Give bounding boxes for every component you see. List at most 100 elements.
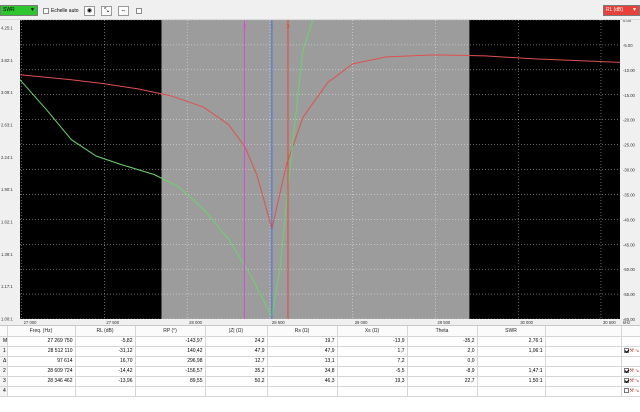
table-cell — [205, 386, 268, 397]
column-header: |Z| (Ω) — [205, 326, 268, 337]
table-cell: 24,2 — [205, 336, 268, 347]
marker-tool-icon[interactable]: ⚒ — [630, 378, 634, 384]
table-cell: 2,76:1 — [477, 336, 546, 347]
column-header: Rs (Ω) — [267, 326, 338, 337]
marker-label: 1 — [270, 24, 273, 30]
table-cell: -13,96 — [75, 376, 136, 387]
scale-fit-icon[interactable]: ⤡ — [101, 6, 112, 16]
marker-visible-checkbox[interactable] — [623, 388, 629, 394]
table-row[interactable]: M 27 269 750 -5,82 -143,97 24,2 19,7 -13,9 -35,… — [0, 336, 640, 347]
marker-visible-checkbox[interactable] — [623, 368, 629, 374]
table-cell — [477, 386, 546, 397]
table-cell: ⚒↘ — [621, 386, 640, 397]
swr-rl-chart[interactable]: 0.00 -5.00 -10.00 -15.00 -20.00 -25.00 -30.00 -… — [0, 20, 640, 325]
table-cell: -31,12 — [75, 346, 136, 357]
marker-tool-icon[interactable]: ⚒ — [630, 348, 634, 354]
table-cell — [337, 386, 408, 397]
table-row[interactable]: 1 28 512 110 -31,12 140,42 47,9 47,9 1,7 2,0 1,0… — [0, 346, 640, 357]
table-cell — [545, 346, 622, 357]
left-tick-label: 1.17:1 — [1, 284, 13, 289]
table-cell: 50,2 — [205, 376, 268, 387]
table-cell: -14,42 — [75, 366, 136, 377]
marker-move-icon[interactable]: ↘ — [635, 348, 639, 354]
table-row[interactable]: 2 28 609 724 -14,42 -156,57 35,2 34,8 -5,5 -8,9… — [0, 366, 640, 377]
table-cell: 13,1 — [267, 356, 338, 367]
table-cell: 27 269 750 — [7, 336, 76, 347]
left-tick-label: 1.62:1 — [1, 220, 13, 225]
column-header: Freq. (Hz) — [7, 326, 76, 337]
column-header — [0, 326, 8, 337]
table-cell: 1,7 — [337, 346, 408, 357]
table-cell: 1,06:1 — [477, 346, 546, 357]
table-row[interactable]: 4 ⚒↘ — [0, 386, 640, 397]
table-cell: -5,82 — [75, 336, 136, 347]
column-header: Xs (Ω) — [337, 326, 408, 337]
right-tick-label: -50.00 — [623, 267, 636, 272]
column-header: RP (°) — [135, 326, 206, 337]
right-tick-label: -25.00 — [623, 143, 636, 148]
table-cell: ⚒↘ — [621, 376, 640, 387]
right-tick-label: 0.00 — [623, 20, 632, 23]
left-tick-label: 2.24:1 — [1, 155, 13, 160]
table-cell — [267, 386, 338, 397]
table-cell: -156,57 — [135, 366, 206, 377]
right-tick-label: -5.00 — [623, 43, 633, 48]
left-tick-label: 4.25:1 — [1, 26, 13, 31]
marker-tool-icon[interactable]: ⚒ — [630, 368, 634, 374]
marker-label: 3 — [286, 24, 289, 30]
table-cell: 1,50:1 — [477, 376, 546, 387]
table-cell: -5,5 — [337, 366, 408, 377]
row-label: 3 — [0, 376, 8, 387]
table-row[interactable]: Δ 97 614 16,70 296,98 12,7 13,1 7,2 0,0 — [0, 356, 640, 367]
left-tick-label: 3.82:1 — [1, 58, 13, 63]
row-label: 1 — [0, 346, 8, 357]
right-tick-label: -35.00 — [623, 192, 636, 197]
option-checkbox[interactable] — [136, 8, 142, 14]
zoom-reset-icon[interactable]: ⇔ — [118, 6, 129, 16]
table-cell: 19,7 — [267, 336, 338, 347]
right-trace-select[interactable]: RL (dB) ▼ — [603, 5, 640, 16]
left-tick-label: 3.09:1 — [1, 90, 13, 95]
app-window: SWR ▼ Echelle auto ◉ ⤡ ⇔ RL (dB) ▼ 0.00 -… — [0, 0, 640, 412]
table-cell: 1,47:1 — [477, 366, 546, 377]
table-cell: 46,3 — [267, 376, 338, 387]
table-cell: 296,98 — [135, 356, 206, 367]
marker-visible-checkbox[interactable] — [623, 348, 629, 354]
table-cell: 28 512 110 — [7, 346, 76, 357]
marker-tool-icon[interactable]: ⚒ — [630, 388, 634, 394]
autoscale-checkbox[interactable] — [43, 8, 49, 14]
table-cell: 34,8 — [267, 366, 338, 377]
table-cell: 47,9 — [205, 346, 268, 357]
table-cell: 140,42 — [135, 346, 206, 357]
table-cell — [477, 356, 546, 367]
camera-icon[interactable]: ◉ — [84, 6, 95, 16]
row-label: M — [0, 336, 8, 347]
table-row[interactable]: 3 28 346 462 -13,96 89,55 50,2 46,3 19,3 22,7 1,… — [0, 376, 640, 387]
table-cell — [7, 386, 76, 397]
column-header — [545, 326, 622, 337]
right-tick-label: -10.00 — [623, 68, 636, 73]
table-cell: -13,9 — [337, 336, 408, 347]
left-trace-select[interactable]: SWR ▼ — [0, 5, 38, 16]
right-tick-label: -15.00 — [623, 93, 636, 98]
table-cell: 12,7 — [205, 356, 268, 367]
table-cell — [545, 336, 622, 347]
table-cell: 89,55 — [135, 376, 206, 387]
right-trace-select-value: RL (dB) — [606, 7, 624, 13]
marker-move-icon[interactable]: ↘ — [635, 368, 639, 374]
table-cell: 28 609 724 — [7, 366, 76, 377]
column-header: SWR — [477, 326, 546, 337]
marker-move-icon[interactable]: ↘ — [635, 388, 639, 394]
plot-area[interactable]: 0.00 -5.00 -10.00 -15.00 -20.00 -25.00 -30.00 -… — [1, 20, 636, 325]
table-cell — [75, 386, 136, 397]
marker-move-icon[interactable]: ↘ — [635, 378, 639, 384]
table-cell: 16,70 — [75, 356, 136, 367]
table-cell: 19,3 — [337, 376, 408, 387]
table-cell: -8,9 — [407, 366, 478, 377]
right-tick-label: -40.00 — [623, 217, 636, 222]
right-tick-label: -55.00 — [623, 292, 636, 297]
table-cell — [545, 386, 622, 397]
left-trace-select-value: SWR — [3, 7, 15, 13]
marker-visible-checkbox[interactable] — [623, 378, 629, 384]
column-header — [621, 326, 640, 337]
